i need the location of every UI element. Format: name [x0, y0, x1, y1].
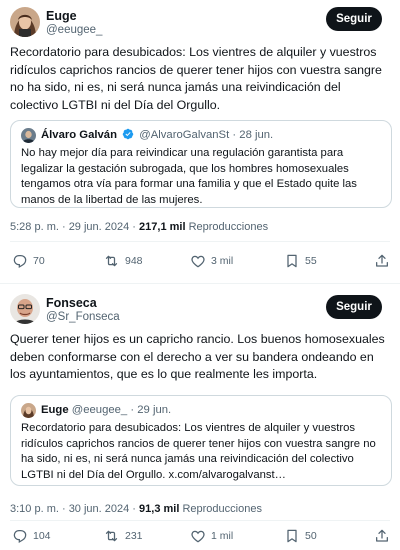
like-button[interactable]: 1 mil — [190, 526, 233, 546]
share-icon — [376, 529, 388, 542]
quoted-avatar — [21, 403, 36, 418]
avatar[interactable] — [10, 294, 40, 324]
divider — [10, 241, 390, 242]
quoted-author-name: Álvaro Galván — [41, 129, 117, 141]
share-icon — [376, 254, 388, 267]
reply-button[interactable]: 70 — [12, 251, 45, 271]
tweet-2[interactable]: Fonseca @Sr_Fonseca Seguir Querer tener … — [0, 286, 400, 550]
quoted-avatar — [21, 128, 36, 143]
reply-count: 104 — [33, 530, 51, 542]
quoted-author-handle: @AlvaroGalvanSt — [139, 129, 230, 141]
repost-button[interactable]: 231 — [103, 526, 143, 546]
view-count: 91,3 mil — [139, 503, 180, 515]
bookmark-count: 50 — [305, 530, 317, 542]
divider — [10, 520, 390, 521]
quoted-tweet[interactable]: Álvaro Galván @AlvaroGalvanSt · 28 jun. … — [10, 120, 392, 208]
share-button[interactable] — [374, 251, 390, 271]
reply-icon — [13, 530, 27, 543]
quoted-header: Álvaro Galván @AlvaroGalvanSt · 28 jun. — [41, 128, 274, 141]
bookmark-button[interactable]: 55 — [284, 251, 317, 271]
repost-button[interactable]: 948 — [103, 251, 143, 271]
quoted-date: 28 jun. — [239, 129, 274, 141]
timestamp[interactable]: 5:28 p. m. · 29 jun. 2024 · — [10, 221, 136, 233]
follow-button[interactable]: Seguir — [326, 7, 382, 31]
quoted-author-handle: @eeugee_ — [71, 404, 128, 416]
heart-icon — [191, 255, 205, 268]
views-label: Reproducciones — [188, 221, 269, 233]
quoted-text: No hay mejor día para reivindicar una re… — [21, 147, 357, 206]
views-label: Reproducciones — [182, 503, 262, 515]
author-name[interactable]: Fonseca — [46, 296, 97, 310]
reply-icon — [13, 255, 27, 268]
repost-icon — [105, 530, 118, 542]
action-bar: 70 948 3 mil 55 — [0, 251, 400, 271]
like-count: 1 mil — [211, 530, 234, 542]
timestamp[interactable]: 3:10 p. m. · 30 jun. 2024 · — [10, 503, 136, 515]
bookmark-count: 55 — [305, 255, 317, 267]
bookmark-icon — [287, 254, 297, 268]
repost-icon — [105, 255, 118, 267]
like-count: 3 mil — [211, 255, 234, 267]
tweet-1[interactable]: Euge @eeugee_ Seguir Recordatorio para d… — [0, 0, 400, 282]
avatar[interactable] — [10, 7, 40, 37]
tweet-meta: 3:10 p. m. · 30 jun. 2024 · 91,3 mil Rep… — [10, 502, 262, 516]
quoted-author-name: Euge — [41, 404, 69, 416]
reply-button[interactable]: 104 — [12, 526, 51, 546]
author-name[interactable]: Euge — [46, 9, 77, 23]
view-count: 217,1 mil — [139, 221, 186, 233]
quoted-header: Euge @eeugee_ · 29 jun. — [41, 404, 172, 416]
author-handle[interactable]: @Sr_Fonseca — [46, 311, 120, 324]
quoted-text: Recordatorio para desubicados: Los vient… — [21, 422, 376, 481]
tweet-text: Querer tener hijos es un capricho rancio… — [10, 332, 385, 381]
reply-count: 70 — [33, 255, 45, 267]
follow-button[interactable]: Seguir — [326, 295, 382, 319]
action-bar: 104 231 1 mil 50 — [0, 526, 400, 546]
quoted-date: 29 jun. — [137, 404, 172, 416]
repost-count: 948 — [125, 255, 143, 267]
bookmark-icon — [287, 529, 297, 543]
tweet-separator — [0, 283, 400, 284]
tweet-meta: 5:28 p. m. · 29 jun. 2024 · 217,1 mil Re… — [10, 220, 268, 234]
tweet-text: Recordatorio para desubicados: Los vient… — [10, 45, 382, 112]
verified-badge-icon — [122, 128, 134, 140]
heart-icon — [191, 530, 205, 543]
quoted-tweet[interactable]: Euge @eeugee_ · 29 jun. Recordatorio par… — [10, 395, 392, 486]
bookmark-button[interactable]: 50 — [284, 526, 317, 546]
repost-count: 231 — [125, 530, 143, 542]
author-handle[interactable]: @eeugee_ — [46, 24, 102, 37]
like-button[interactable]: 3 mil — [190, 251, 233, 271]
share-button[interactable] — [374, 526, 390, 546]
